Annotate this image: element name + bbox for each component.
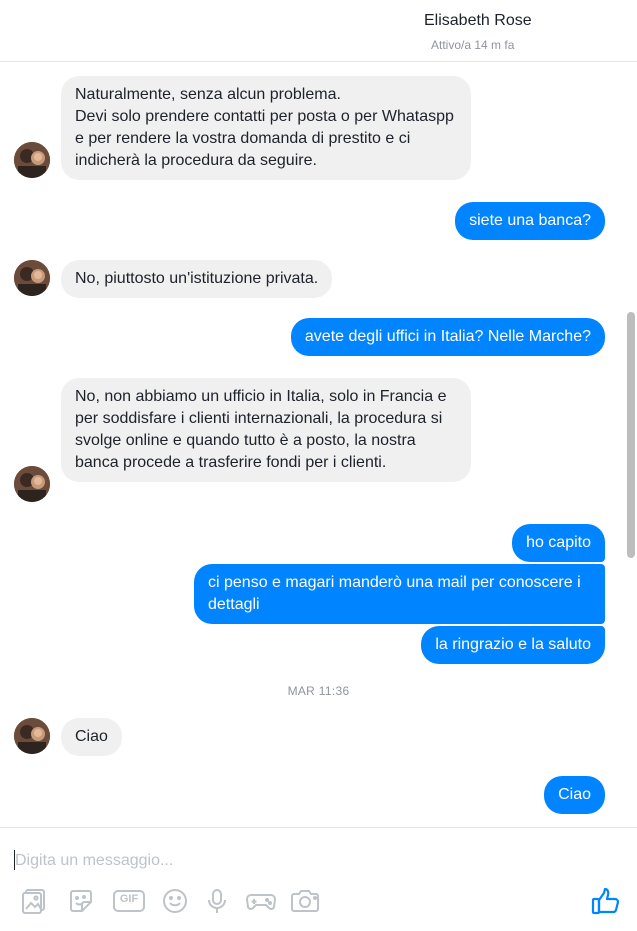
conversation-header: Elisabeth Rose Attivo/a 14 m fa (0, 0, 637, 62)
time-separator: MAR 11:36 (287, 684, 350, 698)
camera-icon[interactable] (288, 886, 322, 916)
active-status: Attivo/a 14 m fa (431, 38, 515, 52)
message-input[interactable] (15, 850, 575, 872)
contact-avatar[interactable] (14, 466, 50, 502)
thread-scrollbar[interactable] (627, 312, 635, 558)
contact-avatar[interactable] (14, 260, 50, 296)
message-bubble-outgoing[interactable]: avete degli uffici in Italia? Nelle Marc… (290, 318, 605, 356)
contact-name[interactable]: Elisabeth Rose (424, 12, 532, 30)
composer: GIF (0, 827, 637, 931)
message-bubble-incoming[interactable]: Ciao (61, 718, 122, 756)
sticker-icon[interactable] (66, 886, 96, 916)
message-bubble-outgoing[interactable]: ho capito (512, 524, 605, 562)
message-thread[interactable]: Naturalmente, senza alcun problema. Devi… (0, 62, 637, 827)
game-controller-icon[interactable] (244, 886, 278, 916)
message-bubble-outgoing[interactable]: ci penso e magari manderò una mail per c… (194, 564, 605, 624)
message-bubble-outgoing[interactable]: Ciao (544, 776, 605, 814)
message-bubble-incoming[interactable]: No, piuttosto un'istituzione privata. (61, 260, 333, 298)
gif-icon[interactable]: GIF (112, 886, 146, 916)
microphone-icon[interactable] (202, 886, 232, 916)
contact-avatar[interactable] (14, 718, 50, 754)
message-bubble-incoming[interactable]: No, non abbiamo un ufficio in Italia, so… (61, 378, 471, 482)
photo-icon[interactable] (20, 886, 50, 916)
emoji-icon[interactable] (160, 886, 190, 916)
thumbs-up-icon[interactable] (591, 886, 621, 916)
message-bubble-outgoing[interactable]: la ringrazio e la saluto (421, 626, 605, 664)
contact-avatar[interactable] (14, 142, 50, 178)
message-bubble-outgoing[interactable]: siete una banca? (455, 202, 605, 240)
gif-label: GIF (119, 893, 139, 905)
message-bubble-incoming[interactable]: Naturalmente, senza alcun problema. Devi… (61, 76, 471, 180)
